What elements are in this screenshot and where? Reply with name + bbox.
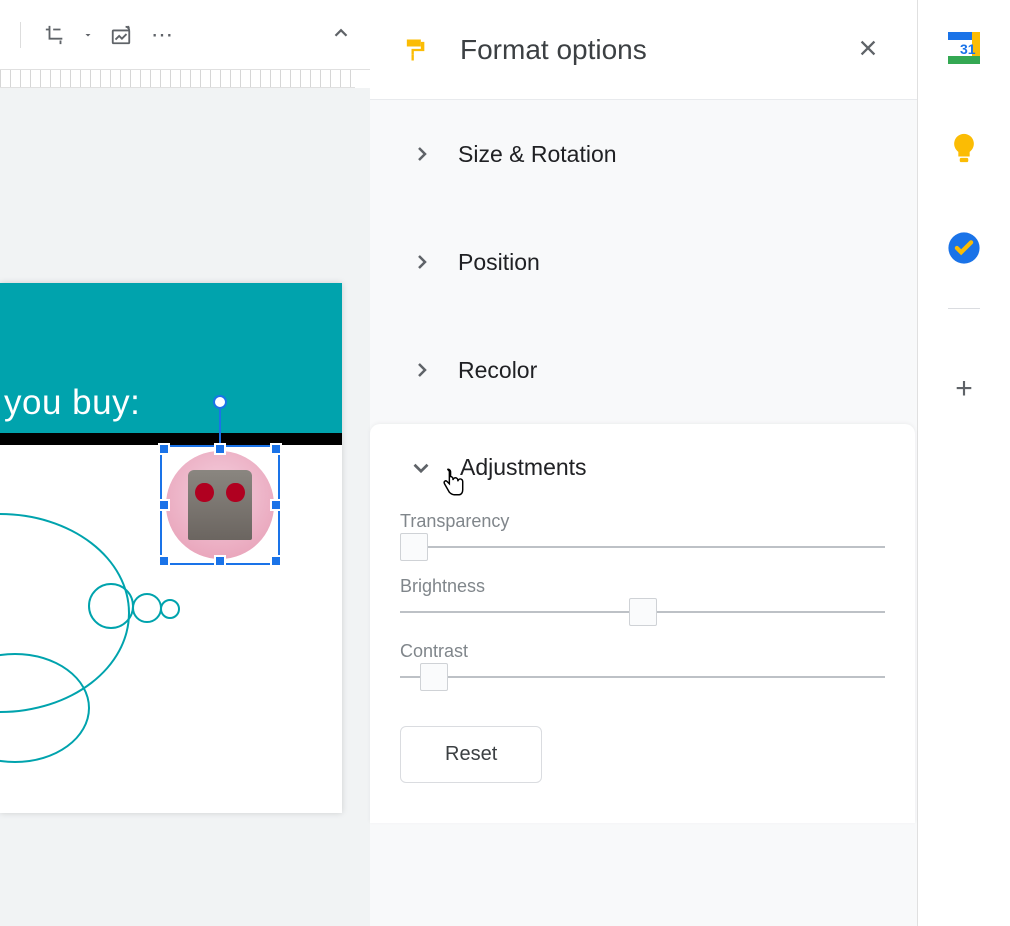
rotation-handle[interactable] [213,395,227,409]
resize-handle-tr[interactable] [270,443,282,455]
slide-divider-bar [0,433,342,445]
thought-bubble-small-2 [132,593,162,623]
rotation-handle-line [219,403,221,443]
resize-handle-ml[interactable] [158,499,170,511]
slider-thumb[interactable] [400,533,428,561]
plus-icon: + [955,372,973,406]
reset-button[interactable]: Reset [400,726,542,783]
toolbar-divider [20,22,21,48]
section-label: Size & Rotation [458,141,617,168]
format-options-icon [400,35,430,65]
crop-dropdown-icon[interactable] [79,29,97,41]
slider-transparency: Transparency [400,511,885,548]
section-recolor[interactable]: Recolor [370,316,917,424]
resize-handle-tm[interactable] [214,443,226,455]
slider-label: Brightness [400,576,885,597]
resize-handle-bm[interactable] [214,555,226,567]
resize-handle-br[interactable] [270,555,282,567]
more-icon[interactable]: ⋯ [145,22,181,48]
replace-image-icon[interactable] [103,17,139,53]
chevron-right-icon [410,250,434,274]
collapse-toolbar-icon[interactable] [330,22,352,49]
adjustments-header[interactable]: Adjustments [400,454,885,481]
selection-border [160,445,280,565]
toolbar: ⋯ [0,0,370,70]
close-panel-button[interactable] [849,30,887,70]
slider-label: Transparency [400,511,885,532]
section-label: Adjustments [460,454,587,481]
calendar-icon[interactable]: 31 [944,28,984,68]
section-size-rotation[interactable]: Size & Rotation [370,100,917,208]
slider-contrast: Contrast [400,641,885,678]
slider-thumb[interactable] [629,598,657,626]
section-position[interactable]: Position [370,208,917,316]
section-adjustments: Adjustments Transparency Brightness Cont… [370,424,915,823]
slide-text: you buy: [4,383,140,423]
slider-track[interactable] [400,676,885,678]
add-addon-button[interactable]: + [944,369,984,409]
slider-thumb[interactable] [420,663,448,691]
panel-title: Format options [460,34,849,66]
crop-icon[interactable] [37,17,73,53]
section-label: Recolor [458,357,537,384]
resize-handle-mr[interactable] [270,499,282,511]
chevron-right-icon [410,142,434,166]
slider-track[interactable] [400,546,885,548]
slide[interactable]: you buy: [0,283,342,813]
thought-bubble-small-3 [160,599,180,619]
rail-divider [948,308,980,309]
tasks-icon[interactable] [944,228,984,268]
slider-label: Contrast [400,641,885,662]
slider-track[interactable] [400,611,885,613]
selected-image[interactable] [160,445,280,565]
chevron-down-icon [408,455,434,481]
horizontal-ruler [0,70,355,88]
side-rail: 31 + [918,0,1010,926]
chevron-right-icon [410,358,434,382]
resize-handle-tl[interactable] [158,443,170,455]
section-label: Position [458,249,540,276]
thought-bubble-small-1 [88,583,134,629]
svg-text:31: 31 [960,41,976,57]
resize-handle-bl[interactable] [158,555,170,567]
slider-brightness: Brightness [400,576,885,613]
panel-header: Format options [370,0,917,100]
canvas-area: you buy: [0,88,370,926]
format-options-panel: Format options Size & Rotation Position … [370,0,918,926]
keep-icon[interactable] [944,128,984,168]
